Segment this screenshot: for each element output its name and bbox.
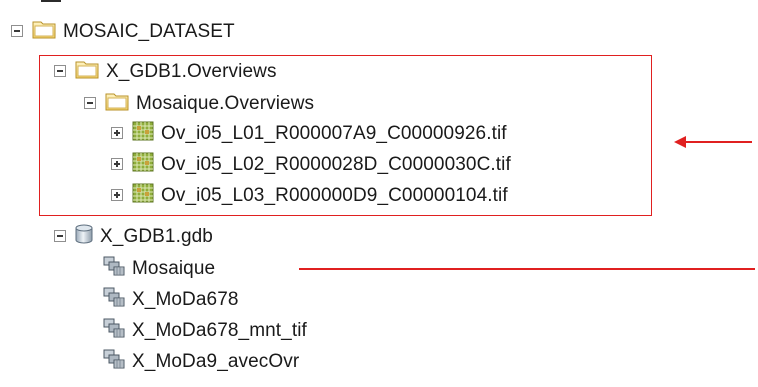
mosaic-dataset-icon (103, 318, 125, 343)
tree-node-label: X_MoDa678 (132, 288, 239, 310)
collapse-toggle-icon[interactable] (11, 25, 23, 37)
mosaic-dataset-icon (103, 256, 125, 281)
tree-connector-stub (41, 0, 61, 2)
tree-node-gdb1-gdb[interactable]: X_GDB1.gdb (54, 221, 213, 251)
tree-node-mosaic-dataset-item[interactable]: X_MoDa678_mnt_tif (103, 315, 307, 345)
tree-node-mosaic-dataset-item[interactable]: X_MoDa678 (103, 284, 239, 314)
tree-node-label: X_MoDa678_mnt_tif (132, 319, 307, 341)
tree-node-label: Mosaique (132, 257, 216, 279)
red-arrow-icon (674, 136, 752, 148)
tree-node-label: X_MoDa9_avecOvr (132, 350, 300, 372)
tree-node-label: X_GDB1.gdb (100, 225, 213, 247)
collapse-toggle-icon[interactable] (54, 230, 66, 242)
database-icon (75, 224, 93, 249)
mosaic-dataset-icon (103, 287, 125, 312)
tree-node-label: MOSAIC_DATASET (63, 20, 235, 42)
pointer-line (299, 268, 755, 270)
highlight-box (39, 55, 652, 216)
tree-node-mosaic-dataset[interactable]: MOSAIC_DATASET (11, 16, 235, 46)
tree-node-mosaic-dataset-item[interactable]: Mosaique (103, 253, 215, 283)
mosaic-dataset-icon (103, 349, 125, 374)
tree-node-mosaic-dataset-item[interactable]: X_MoDa9_avecOvr (103, 346, 299, 376)
folder-icon (32, 19, 56, 44)
